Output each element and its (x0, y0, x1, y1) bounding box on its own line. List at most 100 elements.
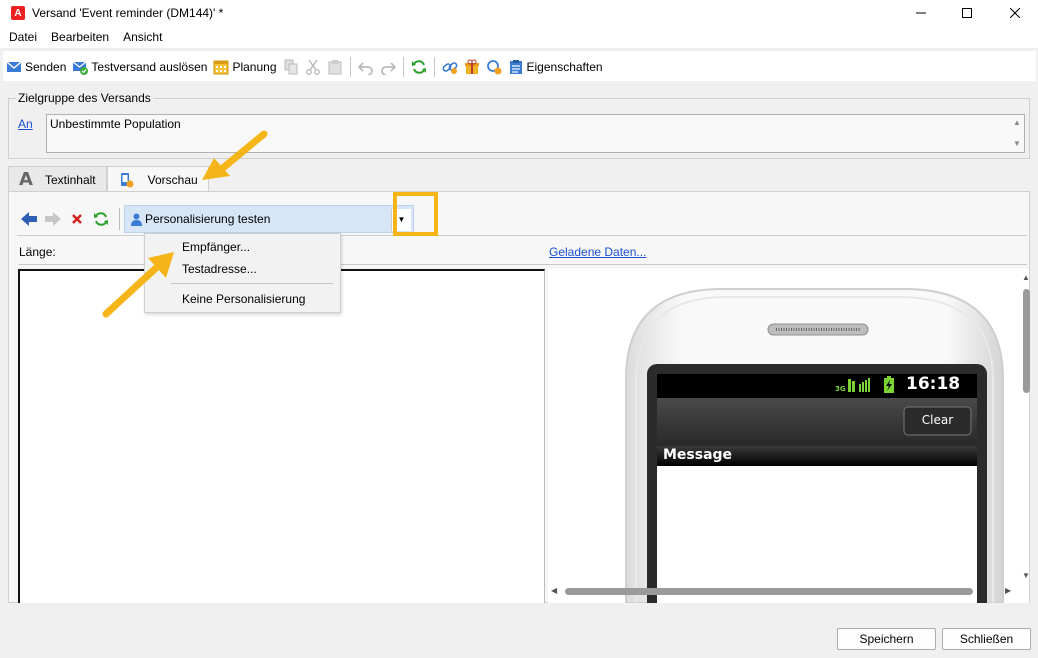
delete-x-icon (72, 213, 82, 224)
forward-button[interactable] (41, 208, 65, 230)
personalization-combo[interactable]: Personalisierung testen ▼ (124, 204, 414, 233)
test-send-button[interactable]: Testversand auslösen (69, 55, 210, 79)
preview-horizontal-scrollbar[interactable]: ◀ ▶ (547, 584, 1022, 598)
save-button[interactable]: Speichern (837, 628, 936, 650)
tab-text-content[interactable]: A Textinhalt (8, 166, 107, 192)
dropdown-item-no-personalization[interactable]: Keine Personalisierung (182, 292, 305, 306)
maximize-button[interactable] (944, 0, 990, 26)
gift-button[interactable] (461, 55, 483, 79)
tab-preview[interactable]: Vorschau (106, 166, 209, 193)
menu-datei[interactable]: Datei (0, 30, 44, 44)
person-icon (131, 213, 142, 226)
personalization-combo-label: Personalisierung testen (145, 211, 271, 226)
delete-button[interactable] (65, 208, 89, 230)
scroll-up-arrow-icon[interactable]: ▲ (1022, 273, 1030, 282)
minimize-icon (916, 12, 926, 14)
horizontal-scroll-thumb[interactable] (565, 588, 973, 595)
copy-button[interactable] (280, 55, 302, 79)
menu-bearbeiten[interactable]: Bearbeiten (44, 30, 116, 44)
length-label: Länge: (19, 245, 56, 259)
highlight-box (393, 192, 438, 236)
scissors-icon (305, 59, 320, 75)
dropdown-separator (171, 283, 333, 284)
dropdown-item-recipient[interactable]: Empfänger... (182, 240, 250, 254)
paste-button[interactable] (324, 55, 346, 79)
phone-clear-button: Clear (921, 413, 954, 427)
text-content-icon: A (19, 169, 33, 190)
close-icon (1010, 8, 1020, 18)
phone-preview-pane: 3G 16:18 Clear Message (548, 269, 1029, 603)
preview-vertical-scrollbar[interactable]: ▲ ▼ (1020, 271, 1036, 582)
loaded-data-link[interactable]: Geladene Daten... (549, 245, 646, 259)
scroll-down-arrow-icon[interactable]: ▼ (1022, 571, 1030, 580)
send-label: Senden (25, 59, 67, 74)
arrow-left-icon (21, 211, 37, 226)
back-button[interactable] (17, 208, 41, 230)
minimize-button[interactable] (898, 0, 944, 26)
menu-ansicht[interactable]: Ansicht (116, 30, 169, 44)
redo-button[interactable] (377, 55, 399, 79)
window-title: Versand 'Event reminder (DM144)' * (32, 6, 224, 20)
gift-icon (464, 59, 479, 74)
properties-label: Eigenschaften (526, 59, 603, 74)
save-button-label: Speichern (859, 632, 914, 646)
title-bar: A Versand 'Event reminder (DM144)' * (0, 0, 1038, 26)
toolbar-separator (349, 56, 351, 77)
properties-icon (509, 59, 522, 74)
envelope-icon (6, 61, 22, 72)
clipboard-icon (328, 59, 341, 74)
phone-network-label: 3G (835, 385, 846, 393)
send-button[interactable]: Senden (3, 55, 69, 79)
app-logo-icon: A (11, 6, 25, 20)
scroll-right-arrow-icon[interactable]: ▶ (1005, 586, 1011, 595)
redo-icon (380, 61, 396, 75)
properties-button[interactable]: Eigenschaften (505, 55, 606, 79)
callout-arrow-preview-icon (202, 130, 268, 180)
reload-button[interactable] (89, 208, 113, 230)
toolbar-separator (402, 56, 404, 77)
maximize-icon (962, 8, 972, 18)
schedule-label: Planung (232, 59, 277, 74)
calendar-icon (213, 60, 229, 74)
toolbar-separator (433, 56, 435, 77)
link-button[interactable] (439, 55, 461, 79)
close-window-button[interactable] (992, 0, 1038, 26)
scroll-down-icon[interactable]: ▼ (1012, 139, 1022, 149)
schedule-button[interactable]: Planung (210, 55, 279, 79)
preview-toolbar-separator (119, 207, 120, 230)
cut-button[interactable] (302, 55, 324, 79)
tab-preview-label: Vorschau (147, 173, 198, 187)
preview-toolbar: Personalisierung testen ▼ (17, 202, 1027, 236)
phone-clock: 16:18 (906, 374, 961, 394)
dropdown-item-test-address[interactable]: Testadresse... (182, 262, 257, 276)
copy-icon (284, 59, 297, 74)
target-to-link[interactable]: An (18, 117, 33, 131)
target-group-section: Zielgruppe des Versands An Unbestimmte P… (8, 91, 1030, 159)
check-button[interactable] (483, 55, 505, 79)
link-icon (442, 61, 457, 74)
refresh-button[interactable] (408, 55, 430, 79)
close-button[interactable]: Schließen (942, 628, 1031, 650)
test-envelope-icon (73, 61, 89, 75)
refresh-icon (411, 59, 426, 74)
scroll-left-arrow-icon[interactable]: ◀ (551, 586, 557, 595)
phone-message-header: Message (663, 447, 733, 463)
undo-icon (357, 61, 373, 75)
main-toolbar: Senden Testversand auslösen Planung Eige… (3, 51, 1036, 81)
close-button-label: Schließen (959, 632, 1014, 646)
preview-icon (120, 173, 134, 188)
analyze-icon (486, 59, 501, 74)
content-tabs: A Textinhalt Vorschau (8, 166, 209, 193)
target-group-legend: Zielgruppe des Versands (16, 91, 153, 105)
callout-arrow-recipient-icon (102, 252, 174, 318)
phone-mockup (625, 288, 1004, 603)
undo-button[interactable] (355, 55, 377, 79)
tab-text-content-label: Textinhalt (44, 172, 96, 187)
reload-icon (94, 211, 108, 226)
menu-bar: Datei Bearbeiten Ansicht (0, 26, 1038, 48)
test-send-label: Testversand auslösen (91, 59, 208, 74)
arrow-right-icon (45, 211, 61, 226)
scroll-up-icon[interactable]: ▲ (1012, 118, 1022, 128)
target-population-field[interactable]: Unbestimmte Population ▲ ▼ (46, 114, 1025, 153)
vertical-scroll-thumb[interactable] (1023, 289, 1030, 393)
